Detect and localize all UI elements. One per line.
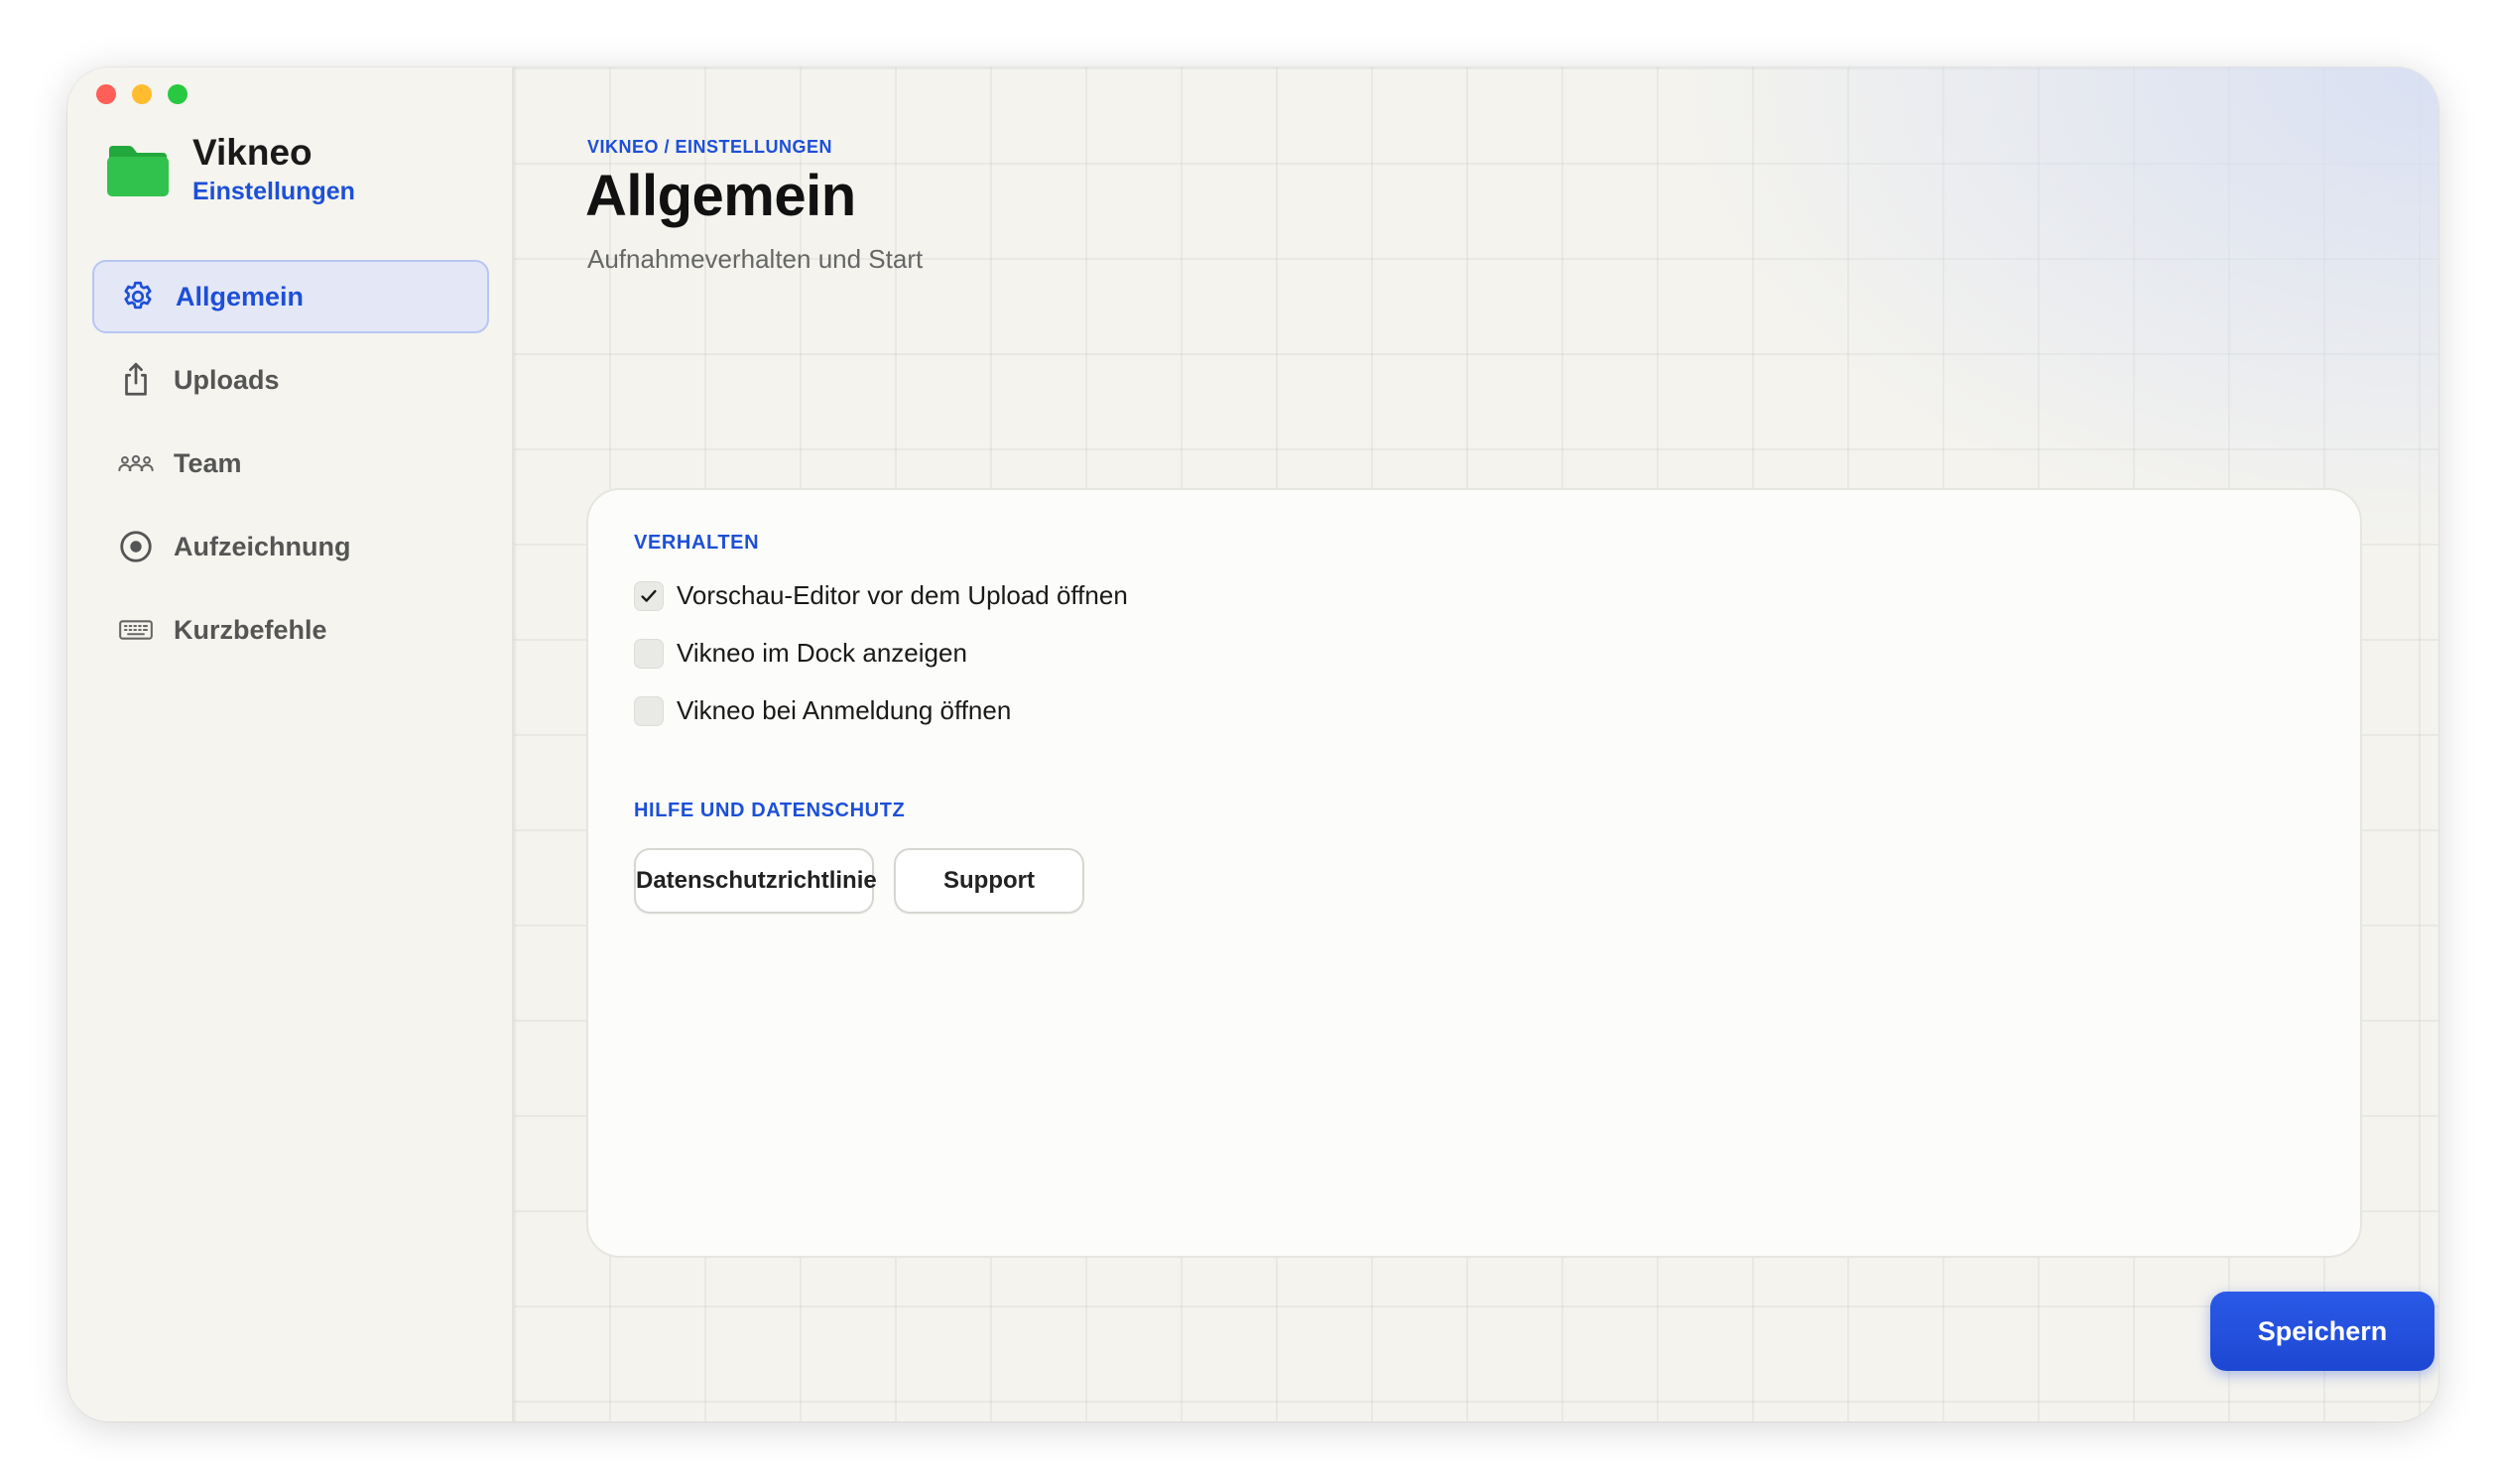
keyboard-icon <box>116 610 156 650</box>
page-subtitle: Aufnahmeverhalten und Start <box>587 244 924 274</box>
checkbox-label: Vikneo bei Anmeldung öffnen <box>677 695 1012 725</box>
close-window-button[interactable] <box>96 84 116 104</box>
sidebar-nav: Allgemein Uploads Team Aufzeichnung Kurz… <box>92 260 489 677</box>
sidebar-item-label: Uploads <box>174 364 280 395</box>
section-label-verhalten: VERHALTEN <box>634 532 760 554</box>
option-show-in-dock[interactable]: Vikneo im Dock anzeigen <box>634 638 967 669</box>
main-content: VIKNEO / EINSTELLUNGEN Allgemein Aufnahm… <box>514 67 2438 1422</box>
checkmark-icon <box>641 589 657 602</box>
section-label-hilfe: HILFE UND DATENSCHUTZ <box>634 800 906 821</box>
app-subtitle: Einstellungen <box>192 178 355 205</box>
support-button[interactable]: Support <box>894 848 1084 914</box>
sidebar-item-label: Kurzbefehle <box>174 614 327 645</box>
privacy-policy-button[interactable]: Datenschutzrichtlinie <box>634 848 877 914</box>
sidebar-item-label: Allgemein <box>176 281 305 311</box>
sidebar-item-uploads[interactable]: Uploads <box>92 343 489 417</box>
folder-icon <box>105 142 171 197</box>
breadcrumb: VIKNEO / EINSTELLUNGEN <box>587 137 833 157</box>
checkbox-label: Vikneo im Dock anzeigen <box>677 638 967 668</box>
checkbox-open-at-login[interactable] <box>634 695 664 726</box>
help-buttons: Datenschutzrichtlinie Support <box>634 848 1084 914</box>
checkbox-show-in-dock[interactable] <box>634 638 664 669</box>
sidebar-item-allgemein[interactable]: Allgemein <box>92 260 489 333</box>
gear-icon <box>118 277 158 316</box>
sidebar: Vikneo Einstellungen Allgemein Uploads T… <box>67 67 514 1422</box>
window-controls <box>96 84 187 104</box>
page-title: Allgemein <box>585 164 856 228</box>
minimize-window-button[interactable] <box>132 84 152 104</box>
share-upload-icon <box>116 360 156 400</box>
team-icon <box>116 443 156 483</box>
record-icon <box>116 527 156 566</box>
sidebar-item-label: Team <box>174 447 242 478</box>
app-name: Vikneo <box>192 132 312 173</box>
save-button[interactable]: Speichern <box>2210 1292 2434 1371</box>
settings-window: Vikneo Einstellungen Allgemein Uploads T… <box>67 67 2438 1422</box>
maximize-window-button[interactable] <box>168 84 187 104</box>
option-preview-editor[interactable]: Vorschau-Editor vor dem Upload öffnen <box>634 580 1128 611</box>
sidebar-item-aufzeichnung[interactable]: Aufzeichnung <box>92 510 489 583</box>
option-open-at-login[interactable]: Vikneo bei Anmeldung öffnen <box>634 695 1011 726</box>
settings-card: VERHALTEN Vorschau-Editor vor dem Upload… <box>586 488 2362 1258</box>
checkbox-preview-editor[interactable] <box>634 580 664 611</box>
checkbox-label: Vorschau-Editor vor dem Upload öffnen <box>677 580 1128 610</box>
sidebar-item-kurzbefehle[interactable]: Kurzbefehle <box>92 593 489 667</box>
sidebar-item-label: Aufzeichnung <box>174 531 351 561</box>
sidebar-item-team[interactable]: Team <box>92 427 489 500</box>
app-brand: Vikneo Einstellungen <box>105 131 355 208</box>
